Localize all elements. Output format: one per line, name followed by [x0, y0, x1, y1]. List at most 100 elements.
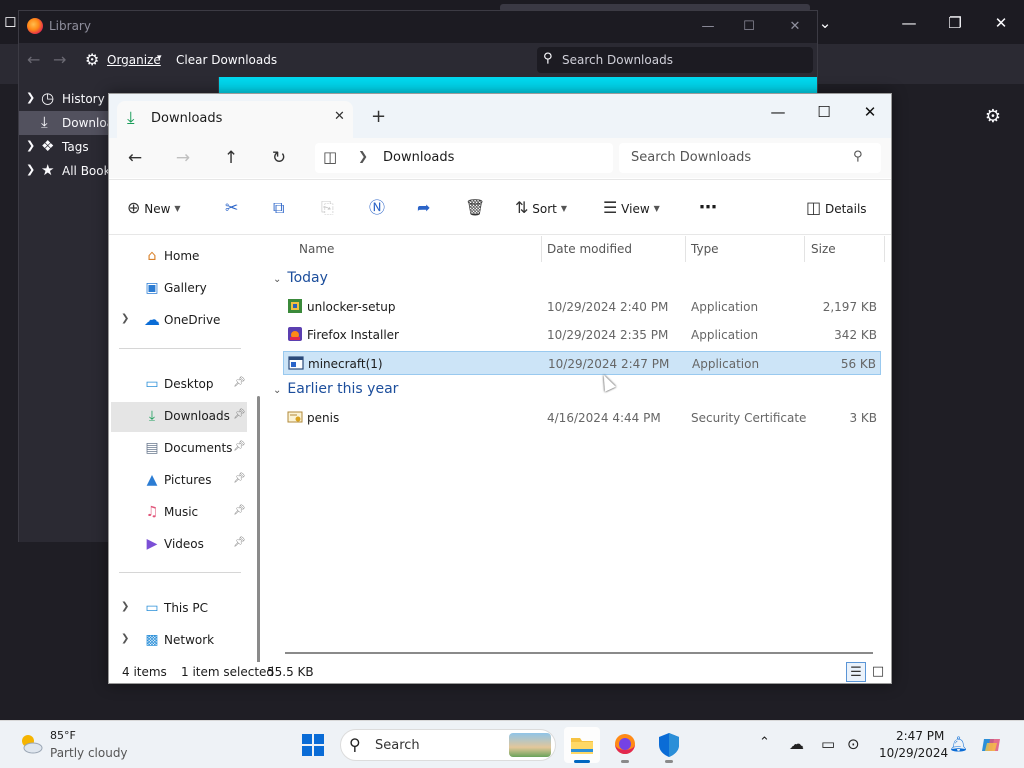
settings-gear-icon[interactable]: ⚙	[980, 104, 1006, 130]
cloud-offline-icon[interactable]: ☁	[789, 735, 804, 753]
column-header-type[interactable]: Type	[691, 242, 719, 256]
table-row[interactable]: penis 4/16/2024 4:44 PM Security Certifi…	[283, 406, 881, 430]
pin-icon[interactable]: 📌︎	[233, 505, 246, 516]
library-back-icon[interactable]: ←	[27, 50, 40, 69]
pin-icon[interactable]: 📌︎	[233, 441, 246, 452]
pin-icon[interactable]: 📌︎	[233, 377, 246, 388]
maximize-icon[interactable]: ☐	[809, 99, 839, 125]
nav-item-music[interactable]: ♫ Music 📌︎	[111, 498, 247, 528]
computer-icon: ▭	[145, 600, 159, 616]
column-divider[interactable]	[685, 236, 686, 262]
nav-item-onedrive[interactable]: ❯ ☁ OneDrive	[111, 306, 247, 336]
expand-chevron-icon[interactable]: ❯	[121, 313, 129, 324]
tab-close-icon[interactable]: ✕	[334, 109, 345, 124]
clock-time[interactable]: 2:47 PM	[896, 729, 944, 743]
close-icon[interactable]: ✕	[855, 99, 885, 125]
explorer-search-box[interactable]: Search Downloads ⚲	[619, 143, 881, 173]
taskbar-firefox[interactable]	[607, 727, 643, 763]
taskbar-search-box[interactable]: ⚲ Search	[340, 729, 556, 761]
display-icon[interactable]: ▭	[821, 735, 835, 753]
notification-bell-icon[interactable]: 🔔︎	[949, 735, 968, 753]
view-button[interactable]: ☰ View ▼	[603, 197, 660, 219]
refresh-icon[interactable]: ↻	[267, 147, 291, 169]
up-arrow-icon[interactable]: ↑	[219, 147, 243, 169]
nav-item-network[interactable]: ❯ ▩ Network	[111, 626, 247, 656]
nav-item-documents[interactable]: ▤ Documents 📌︎	[111, 434, 247, 464]
library-search-box[interactable]: ⚲ Search Downloads	[537, 47, 813, 73]
nav-item-pictures[interactable]: ▲ Pictures 📌︎	[111, 466, 247, 496]
new-button[interactable]: ⊕ New ▼	[127, 197, 181, 219]
pin-icon[interactable]: 📌︎	[233, 473, 246, 484]
restore-icon[interactable]: ❐	[942, 10, 968, 36]
horizontal-scrollbar[interactable]	[285, 652, 873, 654]
details-view-icon[interactable]: ☰	[846, 662, 866, 682]
minimize-icon[interactable]: —	[896, 10, 922, 36]
expand-chevron-icon[interactable]: ❯	[26, 91, 35, 104]
clear-downloads-button[interactable]: Clear Downloads	[176, 53, 277, 67]
network-icon: ▩	[145, 632, 159, 648]
weather-condition[interactable]: Partly cloudy	[50, 746, 128, 760]
weather-temperature[interactable]: 85°F	[50, 729, 76, 742]
close-icon[interactable]: ✕	[988, 10, 1014, 36]
library-forward-icon[interactable]: →	[53, 50, 66, 69]
nav-divider	[119, 348, 241, 349]
collapse-chevron-icon[interactable]: ⌄	[273, 274, 281, 285]
column-divider[interactable]	[884, 236, 885, 262]
column-header-date[interactable]: Date modified	[547, 242, 632, 256]
nav-item-downloads[interactable]: ⤓ Downloads 📌︎	[111, 402, 247, 432]
tab-downloads[interactable]: ⤓ Downloads ✕	[117, 101, 353, 138]
group-header-today[interactable]: ⌄ Today	[273, 270, 328, 286]
pin-icon[interactable]: 📌︎	[233, 409, 246, 420]
breadcrumb-downloads[interactable]: Downloads	[383, 150, 454, 165]
pin-icon[interactable]: 📌︎	[233, 537, 246, 548]
share-button[interactable]: ➦	[417, 197, 430, 219]
expand-chevron-icon[interactable]: ❯	[121, 601, 129, 612]
taskbar-file-explorer[interactable]	[564, 727, 600, 763]
organize-button[interactable]: Organize	[107, 53, 161, 67]
nav-item-gallery[interactable]: ▣ Gallery	[111, 274, 247, 304]
sort-button[interactable]: ⇅ Sort ▼	[515, 197, 567, 219]
column-header-size[interactable]: Size	[811, 242, 836, 256]
table-row-selected[interactable]: minecraft(1) 10/29/2024 2:47 PM Applicat…	[283, 351, 881, 375]
nav-item-desktop[interactable]: ▭ Desktop 📌︎	[111, 370, 247, 400]
copilot-icon[interactable]	[980, 733, 1004, 757]
expand-chevron-icon[interactable]: ❯	[121, 633, 129, 644]
address-bar[interactable]: ◫ ❯ Downloads	[315, 143, 613, 173]
minimize-icon[interactable]: —	[763, 99, 793, 125]
group-header-earlier-this-year[interactable]: ⌄ Earlier this year	[273, 381, 398, 397]
cut-button[interactable]: ✂	[225, 197, 238, 219]
column-divider[interactable]	[804, 236, 805, 262]
library-maximize-icon[interactable]: ☐	[738, 17, 760, 37]
more-options-icon[interactable]: ⋯	[699, 197, 717, 219]
windows-start-icon[interactable]	[302, 734, 324, 756]
partly-cloudy-icon[interactable]	[18, 731, 44, 757]
taskbar-defender[interactable]	[651, 727, 687, 763]
rename-button[interactable]: Ⓝ	[369, 197, 385, 219]
forward-icon[interactable]: →	[171, 147, 195, 169]
expand-chevron-icon[interactable]: ❯	[26, 139, 35, 152]
nav-item-videos[interactable]: ▶ Videos 📌︎	[111, 530, 247, 560]
nav-item-home[interactable]: ⌂ Home	[111, 242, 247, 272]
collapse-chevron-icon[interactable]: ⌄	[273, 385, 281, 396]
expand-chevron-icon[interactable]: ❯	[26, 163, 35, 176]
column-divider[interactable]	[541, 236, 542, 262]
copy-button[interactable]: ⧉	[273, 197, 284, 219]
file-name: minecraft(1)	[308, 357, 383, 371]
library-close-icon[interactable]: ✕	[784, 17, 806, 37]
tiles-view-icon[interactable]: □	[868, 662, 888, 682]
table-row[interactable]: Firefox Installer 10/29/2024 2:35 PM App…	[283, 323, 881, 347]
breadcrumb-chevron-icon[interactable]: ❯	[358, 149, 368, 163]
tray-chevron-up-icon[interactable]: ⌃	[759, 735, 770, 750]
network-status-icon[interactable]: ⊙	[847, 735, 860, 753]
delete-button[interactable]: 🗑︎	[465, 197, 485, 219]
details-button[interactable]: ◫ Details	[806, 197, 867, 219]
column-header-name[interactable]: Name	[299, 242, 334, 256]
clock-date[interactable]: 10/29/2024	[879, 746, 948, 760]
table-row[interactable]: unlocker-setup 10/29/2024 2:40 PM Applic…	[283, 295, 881, 319]
nav-scrollbar[interactable]	[257, 396, 260, 683]
back-icon[interactable]: ←	[123, 147, 147, 169]
paste-button[interactable]: ⎘	[321, 197, 334, 219]
new-tab-icon[interactable]: +	[371, 106, 386, 127]
library-minimize-icon[interactable]: —	[697, 17, 719, 37]
nav-item-this-pc[interactable]: ❯ ▭ This PC	[111, 594, 247, 624]
